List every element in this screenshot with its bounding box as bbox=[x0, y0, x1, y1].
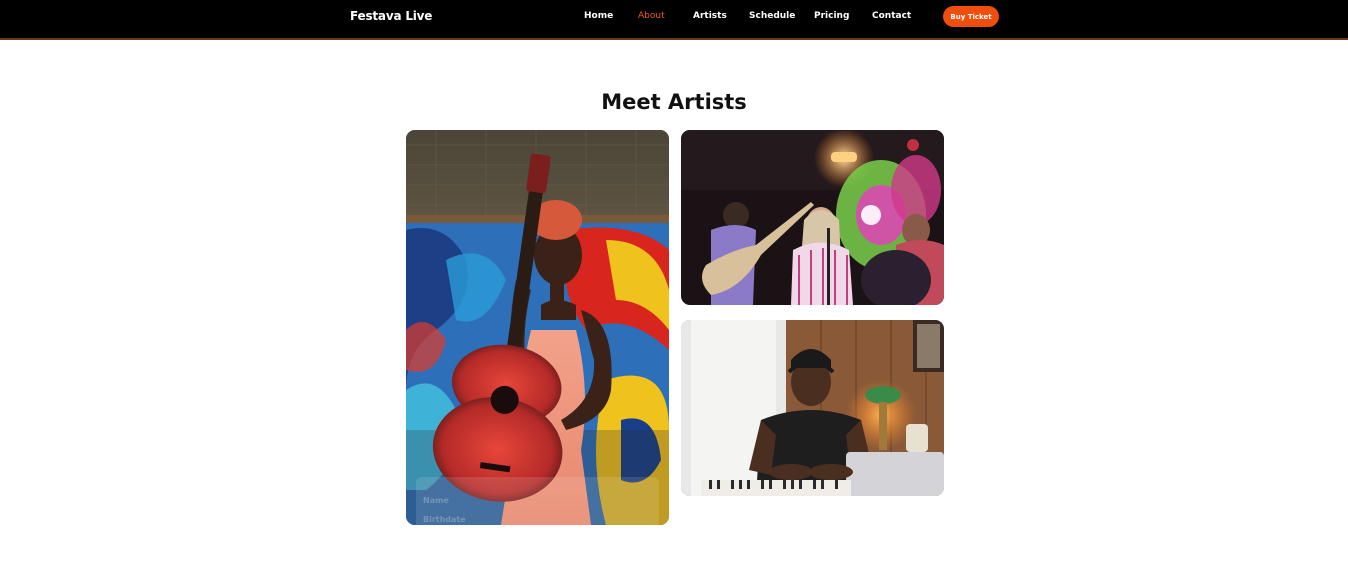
brand-logo[interactable]: Festava Live bbox=[350, 9, 432, 23]
guitarist-photo bbox=[406, 130, 669, 525]
nav-link-schedule[interactable]: Schedule bbox=[749, 11, 795, 21]
nav-link-about[interactable]: About bbox=[638, 11, 665, 21]
nav-link-home[interactable]: Home bbox=[584, 11, 613, 21]
band-photo bbox=[681, 130, 944, 305]
keyboardist-photo bbox=[681, 320, 944, 496]
nav-link-pricing[interactable]: Pricing bbox=[814, 11, 849, 21]
artist-card-guitarist[interactable]: Name Birthdate bbox=[406, 130, 669, 525]
buy-ticket-button[interactable]: Buy Ticket bbox=[943, 6, 999, 27]
artist-card-keyboardist[interactable] bbox=[681, 320, 944, 496]
artist-card-band[interactable] bbox=[681, 130, 944, 305]
top-navbar: Festava Live Home About Artists Schedule… bbox=[0, 0, 1348, 40]
section-title: Meet Artists bbox=[601, 90, 747, 114]
artist-birthdate-label: Birthdate bbox=[423, 515, 466, 524]
nav-link-contact[interactable]: Contact bbox=[872, 11, 911, 21]
nav-link-artists[interactable]: Artists bbox=[693, 11, 727, 21]
artist-name-label: Name bbox=[423, 496, 449, 505]
